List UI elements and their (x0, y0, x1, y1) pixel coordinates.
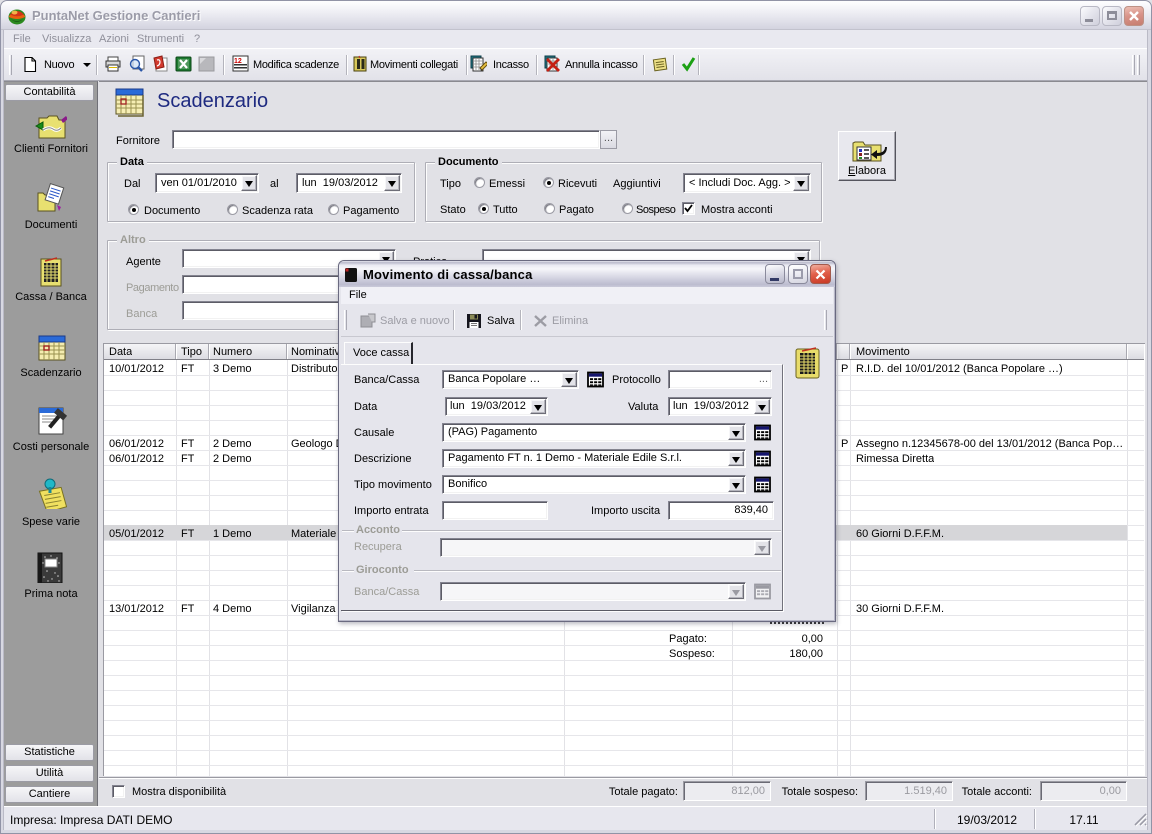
svg-text:12: 12 (234, 58, 242, 65)
